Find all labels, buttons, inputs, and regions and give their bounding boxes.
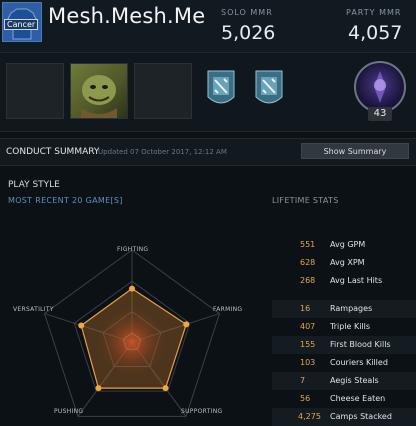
stat-label: Avg GPM bbox=[330, 240, 366, 249]
stat-label: Avg XPM bbox=[330, 258, 365, 267]
stat-label: Couriers Killed bbox=[330, 358, 388, 367]
stat-row: 16 Rampages bbox=[272, 300, 416, 318]
player-name: Mesh.Mesh.Me bbox=[48, 4, 206, 28]
stat-label: Camps Stacked bbox=[330, 412, 392, 421]
play-style-title: PLAY STYLE bbox=[8, 180, 60, 190]
profile-header: Cancer Mesh.Mesh.Me SOLO MMR 5,026 PARTY… bbox=[0, 0, 416, 52]
axis-label-farming: FARMING bbox=[213, 306, 243, 313]
play-style-radar-chart bbox=[43, 249, 221, 417]
hero-slot-featured[interactable] bbox=[70, 63, 128, 119]
radar-point-farming bbox=[183, 321, 190, 328]
stat-row: 4,275 Camps Stacked bbox=[272, 408, 416, 426]
stat-value: 551 bbox=[300, 240, 316, 249]
stat-value: 268 bbox=[300, 276, 316, 285]
hero-level-portrait-icon bbox=[374, 71, 386, 103]
stat-label: Cheese Eaten bbox=[330, 394, 386, 403]
lifetime-stats-label: LIFETIME STATS bbox=[272, 196, 339, 205]
player-level-badge: 43 bbox=[368, 107, 392, 121]
conduct-summary-bar: CONDUCT SUMMARY Updated 07 October 2017,… bbox=[0, 138, 416, 166]
stat-value: 56 bbox=[300, 394, 311, 403]
stat-value: 4,275 bbox=[298, 412, 321, 421]
stat-value: 628 bbox=[300, 258, 316, 267]
dota-badge-icon-2 bbox=[255, 70, 283, 104]
stat-label: First Blood Kills bbox=[330, 340, 391, 349]
stat-value: 155 bbox=[300, 340, 316, 349]
stat-row: 155 First Blood Kills bbox=[272, 336, 416, 354]
radar-point-fighting bbox=[129, 285, 135, 292]
radar-point-supporting bbox=[162, 385, 169, 392]
stat-value: 103 bbox=[300, 358, 316, 367]
axis-label-versatility: VERSATILITY bbox=[13, 306, 54, 313]
stat-row: 103 Couriers Killed bbox=[272, 354, 416, 372]
axis-label-fighting: FIGHTING bbox=[117, 246, 149, 253]
hero-slot-empty-2[interactable] bbox=[134, 63, 192, 119]
party-mmr-value: 4,057 bbox=[348, 22, 403, 44]
solo-mmr-label: SOLO MMR bbox=[221, 8, 273, 17]
radar-point-versatility bbox=[78, 322, 85, 329]
radar-point-pushing bbox=[95, 385, 102, 392]
stat-label: Aegis Steals bbox=[330, 376, 379, 385]
stat-label: Rampages bbox=[330, 304, 373, 313]
conduct-summary-title: CONDUCT SUMMARY bbox=[6, 147, 100, 157]
stat-row: 551 Avg GPM bbox=[272, 236, 416, 254]
radar-area bbox=[80, 287, 187, 389]
stat-value: 16 bbox=[300, 304, 311, 313]
conduct-updated-text: Updated 07 October 2017, 12:12 AM bbox=[98, 148, 227, 156]
stat-row: 407 Triple Kills bbox=[272, 318, 416, 336]
avatar[interactable]: Cancer bbox=[2, 2, 42, 42]
dota-badge-icon-1 bbox=[207, 70, 235, 104]
avatar-label: Cancer bbox=[4, 19, 39, 30]
axis-label-supporting: SUPPORTING bbox=[181, 408, 223, 415]
stat-value: 407 bbox=[300, 322, 316, 331]
recent-games-label: MOST RECENT 20 GAME[S] bbox=[8, 196, 123, 205]
stat-row: 268 Avg Last Hits bbox=[272, 272, 416, 290]
party-mmr-label: PARTY MMR bbox=[346, 8, 402, 17]
show-summary-button[interactable]: Show Summary bbox=[301, 143, 409, 159]
solo-mmr-value: 5,026 bbox=[221, 22, 276, 44]
hero-portrait-icon bbox=[81, 75, 117, 118]
stat-row: 56 Cheese Eaten bbox=[272, 390, 416, 408]
axis-label-pushing: PUSHING bbox=[54, 408, 84, 415]
featured-heroes-strip bbox=[0, 52, 416, 132]
level-hero-avatar[interactable] bbox=[354, 61, 406, 113]
stat-label: Avg Last Hits bbox=[330, 276, 383, 285]
stat-label: Triple Kills bbox=[330, 322, 371, 331]
stat-row: 7 Aegis Steals bbox=[272, 372, 416, 390]
stat-row: 628 Avg XPM bbox=[272, 254, 416, 272]
hero-slot-empty-1[interactable] bbox=[6, 63, 64, 119]
stat-value: 7 bbox=[300, 376, 306, 385]
